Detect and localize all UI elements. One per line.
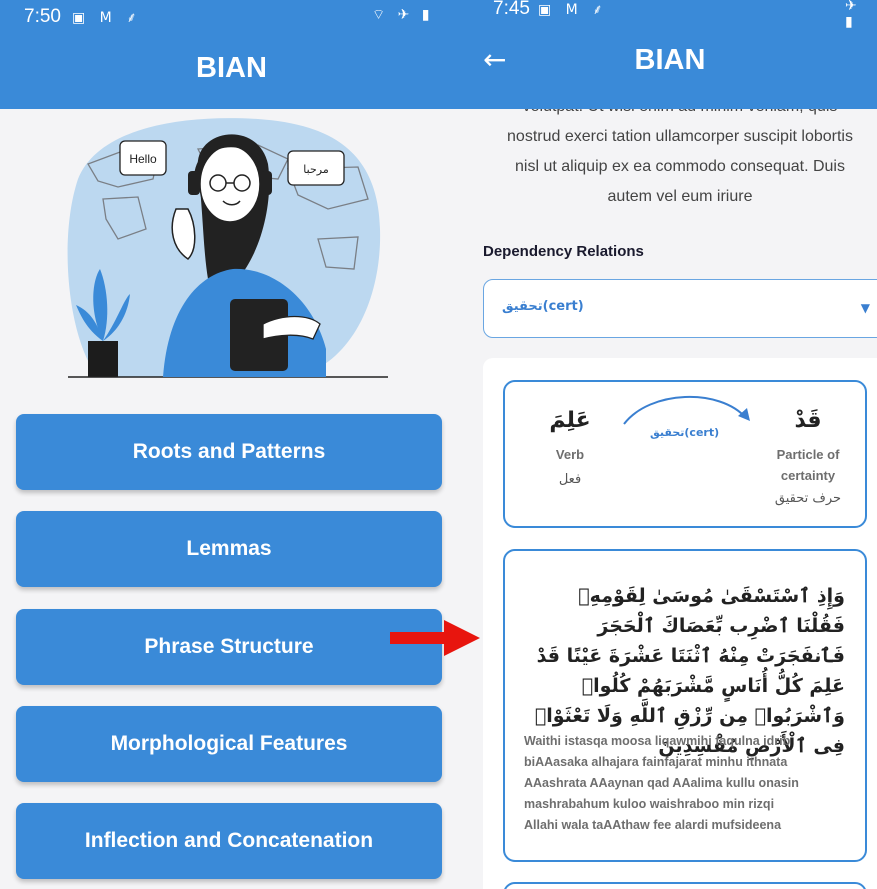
dependency-relations-label: Dependency Relations [483, 243, 644, 260]
status-notification-icons: ▣ M ⸙ [538, 2, 608, 18]
dependency-relations-screen: volutpat. Ut wisi enim ad minim veniam, … [463, 0, 877, 889]
head-pos-arabic: حرف تحقيق [774, 491, 842, 506]
inflection-and-concatenation-button[interactable]: Inflection and Concatenation [16, 803, 442, 879]
transliteration-line: mashrabahum kuloo waishraboo min rizqi [524, 797, 775, 811]
description-line: nostrud exerci tation ullamcorper suscip… [507, 128, 853, 145]
verse-transliteration: Waithi istasqa moosa liqawmihi faqulna i… [524, 731, 853, 836]
app-bar: 7:50 ▣ M ⸙ ⌔ ✈ ▮ BIAN [0, 0, 463, 109]
head-pos-english-line2: certainty [780, 468, 836, 483]
lemmas-button[interactable]: Lemmas [16, 511, 442, 587]
language-learner-illustration: Hello مرحبا [67, 118, 388, 378]
relation-card[interactable]: تحقيق(cert) عَلِمَ Verb فعل قَدْ Particl… [503, 380, 867, 528]
app-title: BIAN [196, 52, 267, 84]
roots-and-patterns-button[interactable]: Roots and Patterns [16, 414, 442, 490]
app-title: BIAN [634, 44, 706, 76]
chevron-down-icon: ▼ [860, 301, 870, 315]
transliteration-line: AAashrata AAaynan qad AAalima kullu onas… [524, 776, 799, 790]
relation-dropdown-value: تحقيق(cert) [502, 299, 584, 314]
hello-bubble-text: Hello [129, 152, 157, 166]
next-verse-card[interactable] [503, 882, 867, 889]
description-line: nisl ut aliquip ex ea commodo consequat.… [515, 158, 845, 175]
dependent-pos-english: Verb [555, 447, 585, 462]
dependent-pos-arabic: فعل [558, 472, 582, 487]
transliteration-line: Allahi wala taAAthaw fee alardi mufsidee… [524, 818, 782, 832]
status-time: 7:50 [24, 6, 61, 27]
description-line: autem vel eum iriure [607, 188, 753, 205]
annotation-arrow-icon [390, 620, 480, 656]
dependent-word: عَلِمَ [549, 408, 591, 433]
home-screen: 7:50 ▣ M ⸙ ⌔ ✈ ▮ BIAN Hello مرحبا Roots … [0, 0, 463, 889]
status-time: 7:45 [493, 0, 530, 19]
status-system-icons: ✈ ▮ [845, 0, 861, 30]
relation-arrow-label: تحقيق(cert) [650, 426, 720, 439]
phrase-structure-button[interactable]: Phrase Structure [16, 609, 442, 685]
relation-arrow-icon [623, 395, 750, 425]
transliteration-line: biAAasaka alhajara fainfajarat minhu ith… [524, 755, 788, 769]
verse-card[interactable]: وَإِذِ ٱسْتَسْقَىٰ مُوسَىٰ لِقَوْمِهِۦ ف… [503, 549, 867, 862]
relation-dropdown[interactable]: تحقيق(cert) ▼ [483, 279, 877, 338]
description-text: volutpat. Ut wisi enim ad minim veniam, … [483, 92, 877, 212]
app-bar: 7:45 ▣ M ⸙ ✈ ▮ ← BIAN [463, 0, 877, 109]
transliteration-line: Waithi istasqa moosa liqawmihi faqulna i… [524, 734, 791, 748]
status-system-icons: ⌔ ✈ ▮ [372, 7, 434, 23]
status-notification-icons: ▣ M ⸙ [72, 10, 142, 26]
head-word: قَدْ [794, 408, 822, 433]
marhaba-bubble-text: مرحبا [303, 163, 329, 176]
head-pos-english-line1: Particle of [776, 447, 840, 462]
morphological-features-button[interactable]: Morphological Features [16, 706, 442, 782]
